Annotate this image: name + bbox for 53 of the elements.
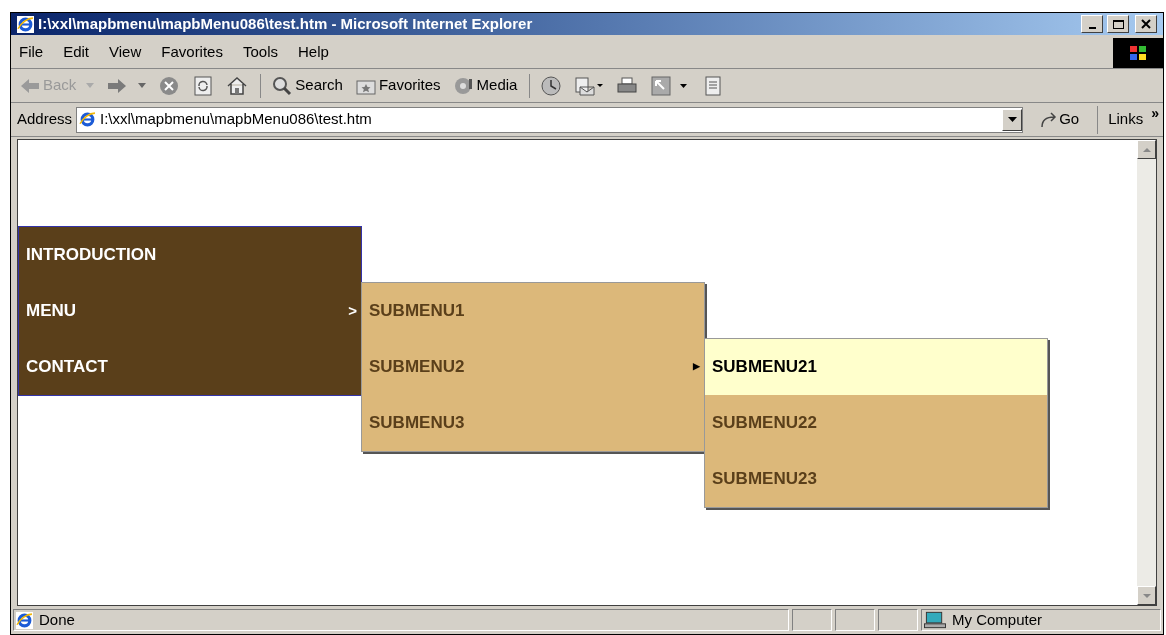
- links-button[interactable]: Links: [1102, 108, 1148, 131]
- chevron-text[interactable]: »: [1151, 103, 1163, 124]
- toolbar-button[interactable]: Media: [452, 74, 518, 97]
- menu-bar-item[interactable]: File: [19, 41, 44, 64]
- toolbar-button[interactable]: Search: [271, 74, 343, 97]
- status-panel: [835, 609, 875, 631]
- menu-item[interactable]: SUBMENU3: [362, 395, 704, 451]
- curved-arrow-icon: [1041, 111, 1058, 128]
- close-button[interactable]: [1135, 15, 1157, 33]
- menu-item[interactable]: SUBMENU21: [705, 339, 1047, 395]
- menu-bar-item[interactable]: View: [109, 41, 142, 64]
- close-icon: [1141, 19, 1151, 29]
- menu-bar-item[interactable]: Help: [298, 41, 329, 64]
- page-icon: [79, 111, 97, 128]
- caret-icon[interactable]: [138, 83, 147, 88]
- menu-item[interactable]: SUBMENU23: [705, 451, 1047, 507]
- address-field[interactable]: I:\xxl\mapbmenu\mapbMenu086\test.htm: [76, 106, 1024, 133]
- page-icon: [16, 611, 33, 629]
- browser-logo-icon: [17, 15, 34, 33]
- status-panel: [792, 609, 832, 631]
- down-arrow-icon: [1142, 593, 1151, 598]
- submenu-arrow: >: [348, 300, 357, 321]
- stop-icon[interactable]: [158, 74, 181, 97]
- home-icon[interactable]: [226, 74, 249, 97]
- menu-item[interactable]: MENU >: [19, 283, 361, 339]
- menu-item[interactable]: INTRODUCTION: [19, 227, 361, 283]
- submenu-arrow: ▶: [693, 360, 700, 374]
- status-text: Done: [39, 609, 75, 630]
- caret-icon: [1007, 117, 1017, 122]
- up-arrow-icon: [1142, 147, 1151, 152]
- mail-icon[interactable]: [574, 74, 605, 97]
- window-title: I:\xxl\mapbmenu\mapbMenu086\test.htm - Microsoft Internet Explorer: [38, 13, 534, 34]
- vertical-scrollbar[interactable]: [1137, 140, 1156, 605]
- menu-item[interactable]: SUBMENU1: [362, 283, 704, 339]
- address-label: Address: [17, 109, 73, 130]
- minimize-icon: [1088, 27, 1096, 29]
- maximize-button[interactable]: [1107, 15, 1129, 33]
- toolbar-button[interactable]: Favorites: [354, 74, 441, 97]
- minimize-button[interactable]: [1081, 15, 1103, 33]
- status-panel: [878, 609, 918, 631]
- menu-item[interactable]: SUBMENU2 ▶: [362, 339, 704, 395]
- menu-item[interactable]: CONTACT: [19, 339, 361, 395]
- go-button[interactable]: Go: [1027, 108, 1094, 131]
- computer-icon: [924, 611, 946, 629]
- zone-text: My Computer: [952, 609, 1043, 630]
- refresh-icon[interactable]: [192, 74, 215, 97]
- dropdown-button[interactable]: [1002, 108, 1023, 131]
- menu-bar-item[interactable]: Edit: [63, 41, 90, 64]
- menu-item[interactable]: SUBMENU22: [705, 395, 1047, 451]
- menu-bar-item[interactable]: Tools: [242, 41, 278, 64]
- search-icon: [271, 74, 294, 97]
- menu-bar-item[interactable]: Favorites: [161, 41, 223, 64]
- clock-icon[interactable]: [540, 74, 563, 97]
